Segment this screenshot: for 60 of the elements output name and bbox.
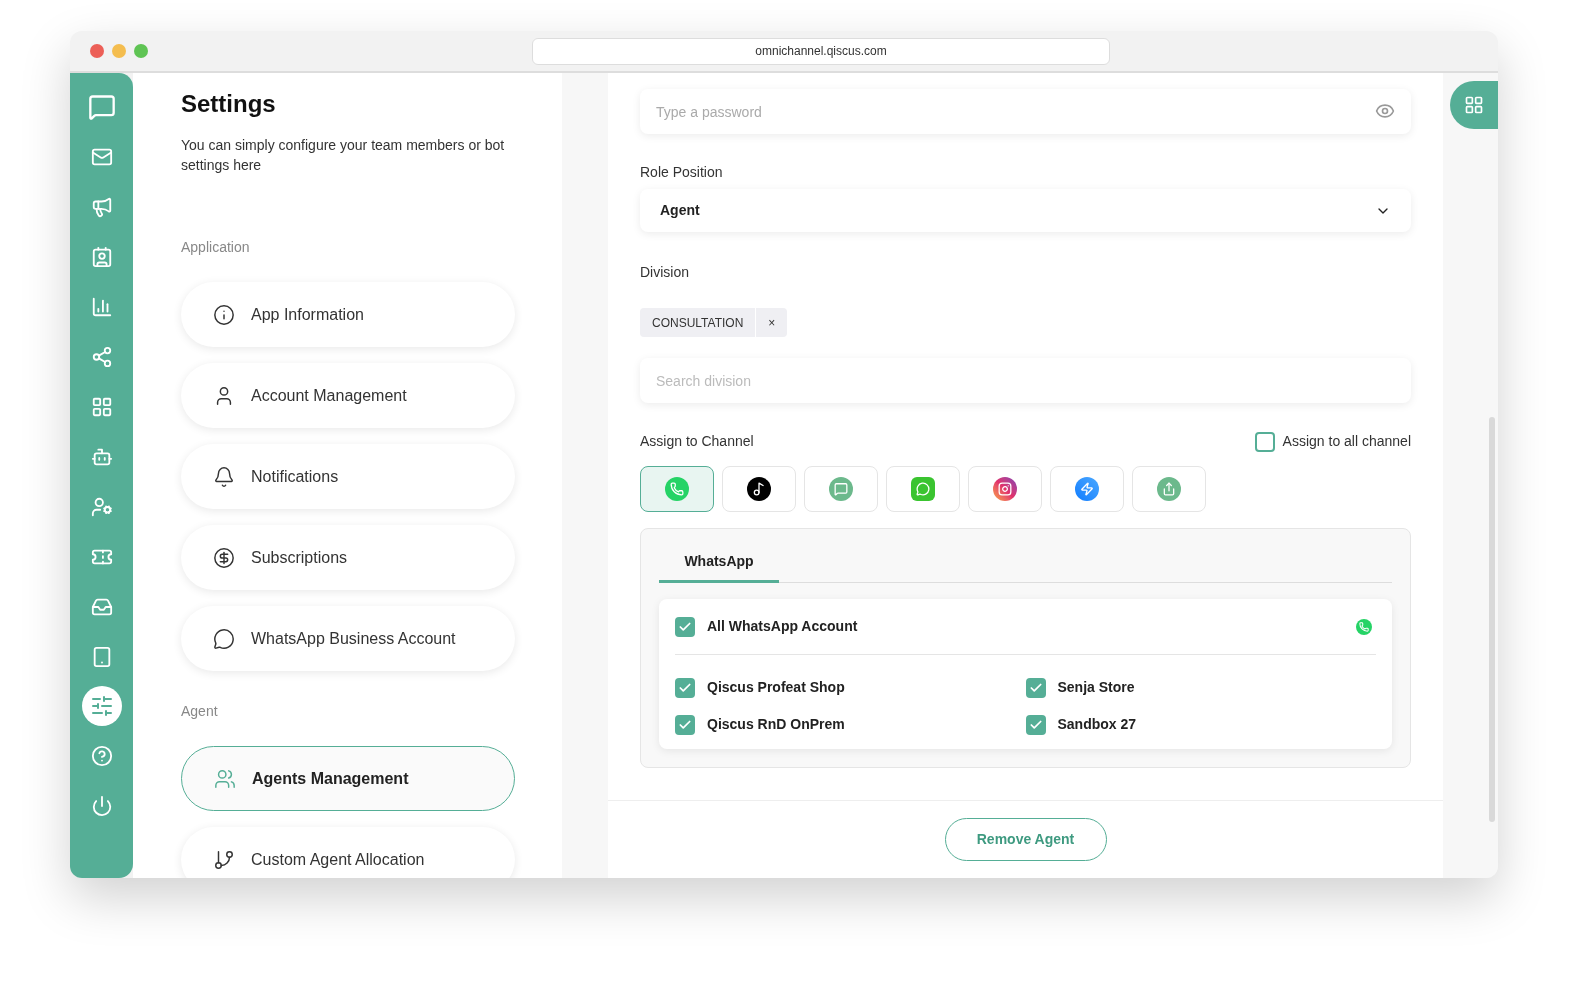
settings-menu-item[interactable]: Subscriptions — [181, 525, 515, 590]
eye-icon[interactable] — [1375, 101, 1395, 121]
contact-card-icon — [90, 245, 113, 268]
camera-icon — [993, 477, 1017, 501]
chat-bubble-icon — [213, 627, 235, 650]
address-bar[interactable]: omnichannel.qiscus.com — [532, 37, 1110, 65]
field-label: Division — [640, 263, 690, 282]
role-dropdown[interactable]: Agent — [640, 189, 1411, 232]
checkbox[interactable] — [675, 714, 695, 735]
megaphone-icon — [90, 195, 113, 218]
checkbox-label: Assign to all channel — [1282, 432, 1411, 451]
bell-icon — [213, 465, 235, 488]
share-icon — [90, 345, 113, 368]
division-tag: CONSULTATION — [640, 308, 757, 337]
settings-menu-item[interactable]: App Information — [181, 282, 515, 347]
power-icon — [90, 794, 113, 817]
chat-bubble-icon — [829, 477, 853, 501]
grid-icon — [90, 395, 113, 418]
sidebar-item[interactable] — [81, 686, 122, 726]
settings-menu-item[interactable]: Account Management — [181, 363, 515, 428]
phone-bubble-icon — [665, 477, 689, 501]
settings-menu-item[interactable]: Agents Management — [181, 746, 515, 811]
users-icon — [214, 767, 236, 790]
user-icon — [90, 495, 113, 518]
chat-bubble-icon — [911, 477, 935, 501]
search-division-field[interactable]: Search division — [640, 358, 1411, 403]
checkbox[interactable] — [1025, 714, 1046, 735]
field-label: Assign to Channel — [640, 432, 754, 451]
section-heading: Agent — [181, 702, 219, 721]
checkbox[interactable] — [675, 616, 695, 637]
settings-icon — [89, 694, 114, 718]
phone-bubble-icon — [1356, 618, 1372, 635]
checkbox-label: All WhatsApp Account — [707, 617, 858, 636]
music-note-icon — [747, 477, 771, 501]
bar-chart-icon — [90, 295, 113, 318]
settings-menu-item[interactable]: Custom Agent Allocation — [181, 827, 515, 878]
settings-menu-item[interactable]: WhatsApp Business Account — [181, 606, 515, 671]
checkbox-label: Senja Store — [1057, 678, 1135, 697]
field-label: Role Position — [640, 163, 724, 182]
settings-menu-item[interactable]: Notifications — [181, 444, 515, 509]
grid-icon — [1464, 95, 1484, 115]
dollar-icon — [213, 546, 235, 569]
section-heading: Application — [181, 238, 251, 257]
password-field[interactable]: Type a password — [640, 89, 1411, 134]
lightning-bubble-icon — [1075, 477, 1099, 501]
branch-icon — [213, 848, 235, 871]
chat-bubble-icon — [87, 92, 116, 121]
info-icon — [213, 303, 235, 326]
checkbox[interactable] — [675, 677, 695, 698]
page-description: You can simply configure your team members or bot settings here — [181, 136, 506, 175]
remove-tag-button[interactable]: × — [756, 308, 788, 337]
page-title: Settings — [181, 89, 277, 119]
checkbox-label: Qiscus RnD OnPrem — [707, 715, 845, 734]
channel-tab[interactable]: WhatsApp — [659, 543, 779, 583]
apps-button[interactable] — [1450, 81, 1498, 129]
checkbox-label: Qiscus Profeat Shop — [707, 678, 845, 697]
help-icon — [90, 744, 113, 767]
checkbox[interactable] — [1025, 677, 1046, 698]
checkbox[interactable] — [1254, 431, 1275, 452]
checkbox-label: Sandbox 27 — [1057, 715, 1137, 734]
